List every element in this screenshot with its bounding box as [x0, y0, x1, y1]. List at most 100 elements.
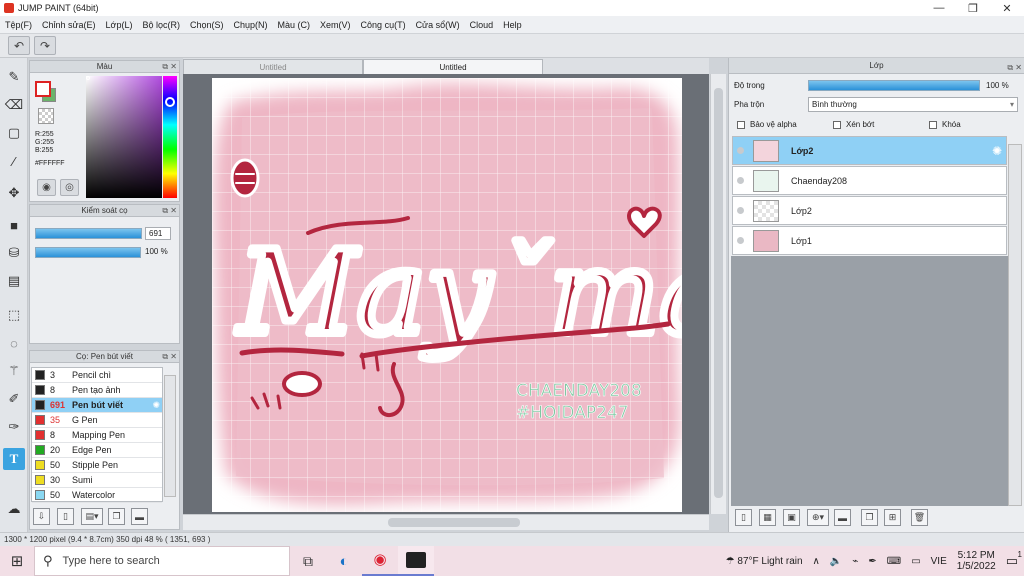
brush-item[interactable]: 50 Watercolor — [32, 488, 162, 503]
duplicate-layer-button[interactable]: ❐ — [861, 509, 878, 526]
undo-button[interactable]: ↶ — [8, 36, 30, 55]
select-pen-tool[interactable]: ✐ — [3, 388, 25, 410]
menu-view[interactable]: Xem(V) — [315, 20, 356, 30]
text-tool[interactable]: T — [3, 448, 25, 470]
visibility-icon[interactable] — [737, 147, 744, 154]
vertical-scroll-thumb[interactable] — [714, 88, 723, 498]
chrome-app-button[interactable]: ◉ — [362, 546, 398, 576]
move-tool[interactable]: ✥ — [3, 182, 25, 204]
taskbar-search-box[interactable]: ⚲ Type here to search — [34, 546, 290, 576]
task-view-button[interactable]: ⧉ — [290, 553, 326, 570]
menu-help[interactable]: Help — [498, 20, 527, 30]
clock[interactable]: 5:12 PM 1/5/2022 — [957, 550, 996, 572]
transparent-color-swatch[interactable] — [38, 108, 54, 124]
menu-cloud[interactable]: Cloud — [465, 20, 499, 30]
edge-app-button[interactable]: ◐ — [326, 553, 362, 570]
eyedropper-tool[interactable]: ⁄ — [3, 150, 25, 172]
layer-folder-button[interactable]: ▬ — [834, 509, 851, 526]
layer-item-selected[interactable]: Lớp2 ✺ — [732, 136, 1007, 165]
brush-menu-button[interactable]: ▤▾ — [81, 508, 103, 525]
settings-gear-icon[interactable]: ✺ — [992, 144, 1002, 158]
menu-edit[interactable]: Chỉnh sửa(E) — [37, 20, 101, 30]
minimize-button[interactable]: — — [922, 2, 956, 15]
magic-wand-tool[interactable]: ⚚ — [3, 360, 25, 382]
lock-checkbox[interactable]: Khóa — [929, 120, 961, 129]
pen-icon[interactable]: ✒ — [868, 556, 876, 567]
copy-brush-button[interactable]: ❐ — [108, 508, 125, 525]
gradient-tool[interactable]: ▤ — [3, 270, 25, 292]
chevron-up-icon[interactable]: ∧ — [813, 556, 820, 567]
brush-list-scrollbar[interactable] — [164, 375, 176, 497]
menu-tools[interactable]: Công cụ(T) — [356, 20, 411, 30]
brush-item[interactable]: 35 G Pen — [32, 413, 162, 428]
menu-color[interactable]: Màu (C) — [273, 20, 316, 30]
menu-filter[interactable]: Bộ lọc(R) — [137, 20, 185, 30]
brush-item[interactable]: 3 Pencil chì — [32, 368, 162, 383]
layer-list-scrollbar[interactable] — [1008, 144, 1022, 506]
brush-opacity-slider[interactable] — [35, 247, 141, 258]
new-halftone-layer-button[interactable]: ▣ — [783, 509, 800, 526]
color-history-button[interactable]: ◉ — [37, 179, 56, 196]
tab-untitled-1[interactable]: Untitled — [183, 59, 363, 74]
notification-button[interactable]: ▭ 1 — [1006, 550, 1022, 569]
merge-layer-button[interactable]: ⊞ — [884, 509, 901, 526]
brush-item[interactable]: 50 Stipple Pen — [32, 458, 162, 473]
visibility-icon[interactable] — [737, 237, 744, 244]
select-eraser-tool[interactable]: ✑ — [3, 416, 25, 438]
blend-mode-select[interactable]: Bình thường ▾ — [808, 97, 1018, 112]
layer-item[interactable]: Lớp1 — [732, 226, 1007, 255]
brush-cloud-button[interactable]: ⇩ — [33, 508, 50, 525]
foreground-color-swatch[interactable] — [35, 81, 51, 97]
keyboard-icon[interactable]: ⌨ — [887, 556, 901, 567]
visibility-icon[interactable] — [737, 177, 744, 184]
maximize-button[interactable]: ❐ — [956, 2, 990, 15]
canvas-vertical-scrollbar[interactable] — [710, 74, 726, 514]
speaker-icon[interactable]: 🔈 — [830, 556, 842, 567]
delete-layer-button[interactable]: 🗑 — [911, 509, 928, 526]
brush-item[interactable]: 30 Sumi — [32, 473, 162, 488]
brush-size-value[interactable]: 691 — [145, 227, 171, 240]
panel-buttons[interactable]: ⧉ ✕ — [162, 351, 177, 362]
shape-tool[interactable]: ▢ — [3, 122, 25, 144]
select-rect-tool[interactable]: ⬚ — [3, 304, 25, 326]
protect-alpha-checkbox[interactable]: Bảo vệ alpha — [737, 120, 797, 129]
jump-paint-app-button[interactable] — [398, 546, 434, 576]
brush-item[interactable]: 8 Mapping Pen — [32, 428, 162, 443]
tab-untitled-2[interactable]: Untitled — [363, 59, 543, 74]
panel-buttons[interactable]: ⧉ ✕ — [162, 205, 177, 216]
new-layer-button[interactable]: ▯ — [735, 509, 752, 526]
hue-slider[interactable] — [163, 76, 177, 198]
menu-layer[interactable]: Lớp(L) — [101, 20, 138, 30]
brush-tool[interactable]: ✎ — [3, 66, 25, 88]
menu-file[interactable]: Tệp(F) — [0, 20, 37, 30]
layer-item[interactable]: Chaenday208 — [732, 166, 1007, 195]
close-button[interactable]: ✕ — [990, 2, 1024, 15]
canvas-paper[interactable]: Mayˇmắn CHAENDAY208 #HOIDAP247 — [212, 78, 682, 512]
new-brush-button[interactable]: ▯ — [57, 508, 74, 525]
display-icon[interactable]: ▭ — [911, 556, 920, 567]
new-text-layer-button[interactable]: ▦ — [759, 509, 776, 526]
horizontal-scroll-thumb[interactable] — [388, 518, 520, 527]
lasso-tool[interactable]: ◌ — [3, 332, 25, 354]
panel-buttons[interactable]: ⧉ ✕ — [162, 61, 177, 72]
menu-select[interactable]: Chọn(S) — [185, 20, 229, 30]
menu-capture[interactable]: Chụp(N) — [229, 20, 273, 30]
panel-buttons[interactable]: ⧉ ✕ — [1007, 60, 1022, 75]
brush-folder-button[interactable]: ▬ — [131, 508, 148, 525]
cloud-tool[interactable]: ☁ — [3, 498, 25, 520]
language-indicator[interactable]: VIE — [931, 556, 947, 567]
weather-widget[interactable]: ☂ 87°F Light rain — [726, 556, 803, 567]
menu-window[interactable]: Cửa sổ(W) — [411, 20, 465, 30]
start-button[interactable]: ⊞ — [0, 546, 34, 576]
layer-item[interactable]: Lớp2 — [732, 196, 1007, 225]
network-icon[interactable]: ⌁ — [852, 556, 858, 567]
brush-item[interactable]: 20 Edge Pen — [32, 443, 162, 458]
color-set-button[interactable]: ◎ — [60, 179, 79, 196]
clip-checkbox[interactable]: Xén bớt — [833, 120, 874, 129]
visibility-icon[interactable] — [737, 207, 744, 214]
redo-button[interactable]: ↷ — [34, 36, 56, 55]
layer-opacity-slider[interactable] — [808, 80, 980, 91]
brush-size-slider[interactable] — [35, 228, 142, 239]
sv-cursor[interactable] — [86, 76, 90, 80]
fill-rect-tool[interactable]: ■ — [3, 214, 25, 236]
